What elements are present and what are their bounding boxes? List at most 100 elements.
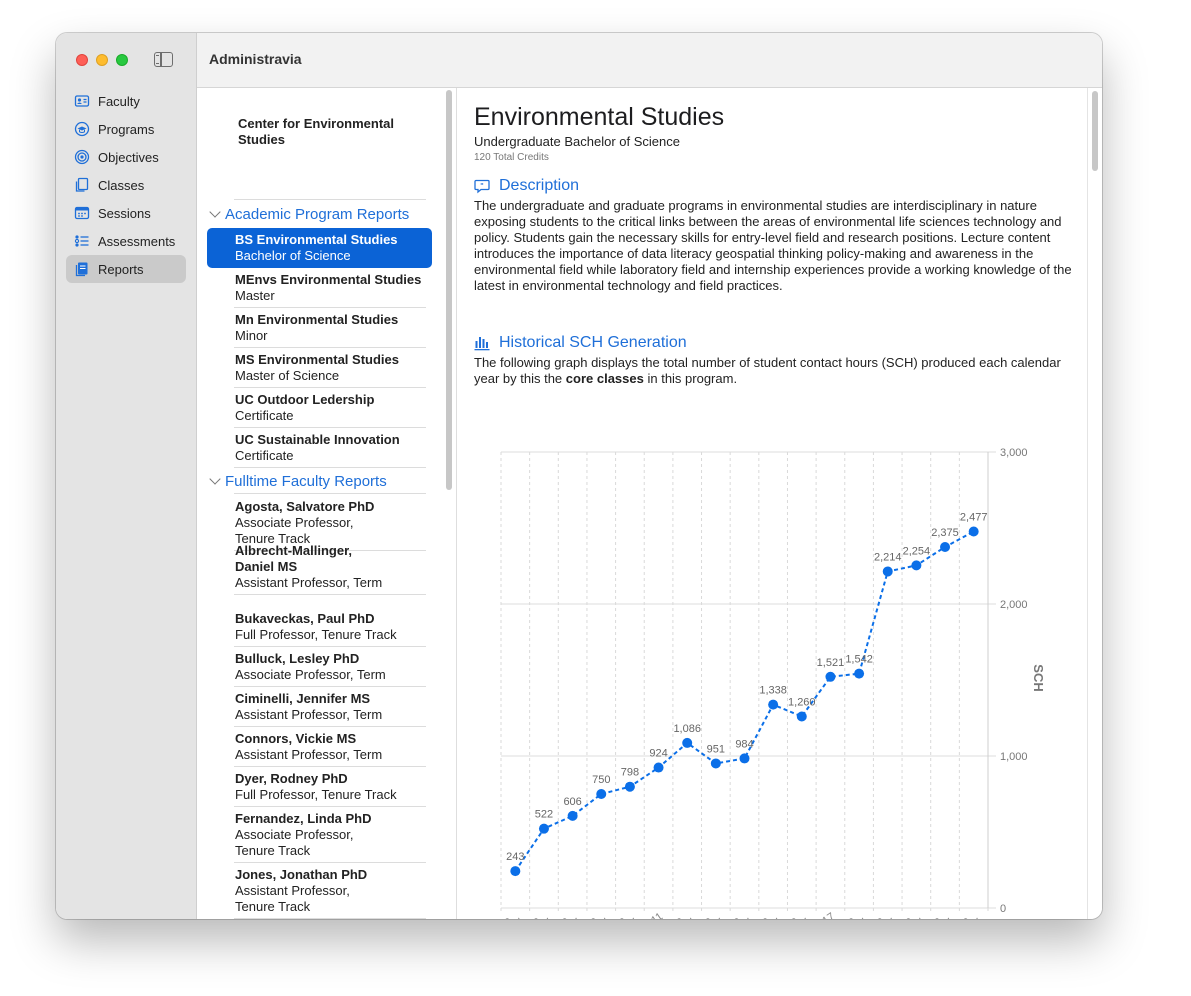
data-label: 1,260 [788, 696, 816, 708]
section-label: Fulltime Faculty Reports [225, 473, 387, 490]
faculty-report-item[interactable]: Albrecht-Mallinger, Daniel MS Assistant P… [207, 539, 432, 595]
svg-text:": " [480, 182, 484, 190]
sidebar-item-objectives[interactable]: Objectives [66, 143, 186, 171]
data-point [940, 542, 951, 552]
x-tick-label: 20... [498, 911, 522, 919]
page-title: Environmental Studies [474, 103, 725, 131]
report-title: UC Sustainable Innovation [235, 432, 400, 447]
zoom-window-button[interactable] [116, 54, 128, 66]
y-tick-label: 0 [1000, 903, 1006, 915]
close-window-button[interactable] [76, 54, 88, 66]
sidebar-item-label: Assessments [98, 233, 176, 249]
faculty-report-item[interactable]: Fernandez, Linda PhD Associate Professor,… [207, 807, 432, 863]
faculty-report-item[interactable]: Jones, Jonathan PhD Assistant Professor, … [207, 863, 432, 919]
data-label: 2,477 [960, 511, 988, 523]
detail-scrollbar[interactable] [1092, 91, 1098, 171]
program-report-item[interactable]: UC Outdoor Ledership Certificate [207, 388, 432, 428]
sidebar-item-label: Sessions [98, 205, 151, 221]
program-report-item[interactable]: MEnvs Environmental Studies Master [207, 268, 432, 308]
description-heading-label: Description [499, 177, 580, 194]
data-point [682, 737, 693, 748]
faculty-report-item[interactable]: Bulluck, Lesley PhD Associate Professor, … [207, 647, 432, 687]
data-point [854, 668, 865, 679]
program-report-item[interactable]: UC Sustainable Innovation Certificate [207, 428, 432, 468]
sidebar-item-label: Faculty [98, 93, 140, 109]
description-heading: " Description [474, 177, 579, 195]
report-title: Bulluck, Lesley PhD [235, 651, 360, 666]
x-tick-label: 20... [670, 911, 694, 919]
data-point [710, 758, 721, 769]
data-point [624, 781, 635, 792]
minimize-window-button[interactable] [96, 54, 108, 66]
sidebar-item-label: Programs [98, 121, 155, 137]
person-card-icon [74, 93, 90, 109]
report-title: Jones, Jonathan PhD [235, 867, 368, 882]
report-subtitle: Full Professor, Tenure Track [235, 627, 397, 642]
faculty-report-item[interactable]: Ciminelli, Jennifer MS Assistant Professo… [207, 687, 432, 727]
y-axis-label: SCH [1031, 664, 1046, 691]
sidebar-item-sessions[interactable]: Sessions [66, 199, 186, 227]
x-tick-label: 20... [555, 911, 579, 919]
x-tick-label: 20... [956, 911, 980, 919]
data-label: 750 [592, 774, 610, 786]
program-report-item[interactable]: BS Environmental Studies Bachelor of Scie… [207, 228, 432, 268]
credits-label: 120 Total Credits [474, 152, 549, 163]
sidebar-item-reports[interactable]: Reports [66, 255, 186, 283]
y-tick-label: 1,000 [1000, 751, 1028, 763]
x-tick-label: 20... [584, 911, 608, 919]
title-bar: Administravia [197, 33, 1102, 88]
report-subtitle: Associate Professor, Tenure Track [235, 827, 354, 858]
section-fulltime-faculty-reports[interactable]: Fulltime Faculty Reports [209, 473, 387, 490]
history-heading: Historical SCH Generation [474, 334, 687, 352]
report-title: Bukaveckas, Paul PhD [235, 611, 375, 626]
sidebar-toggle-icon[interactable] [154, 52, 173, 67]
x-tick-label: 20... [870, 911, 894, 919]
program-report-item[interactable]: MS Environmental Studies Master of Scienc… [207, 348, 432, 388]
sidebar-item-faculty[interactable]: Faculty [66, 87, 186, 115]
data-label: 798 [621, 767, 639, 779]
section-academic-program-reports[interactable]: Academic Program Reports [209, 206, 410, 223]
report-title: Albrecht-Mallinger, Daniel MS [235, 543, 353, 574]
x-tick-label: 20... [727, 911, 751, 919]
faculty-report-item[interactable]: Bukaveckas, Paul PhD Full Professor, Tenu… [207, 607, 432, 647]
quote-bubble-icon: " [474, 179, 490, 194]
history-text-start: The following graph displays the total n… [474, 355, 1061, 386]
reports-list[interactable]: Center for Environmental Studies Academi… [197, 88, 457, 919]
report-title: Dyer, Rodney PhD [235, 771, 348, 786]
report-title: BS Environmental Studies [235, 232, 398, 247]
sidebar-item-assessments[interactable]: Assessments [66, 227, 186, 255]
report-subtitle: Assistant Professor, Tenure Track [235, 883, 350, 914]
history-heading-label: Historical SCH Generation [499, 334, 687, 351]
data-label: 522 [535, 809, 553, 821]
series-line [514, 530, 975, 872]
calendar-icon [74, 205, 90, 221]
divider [234, 199, 426, 200]
report-title: Connors, Vickie MS [235, 731, 357, 746]
sidebar: Faculty Programs Objectives Classes Sess… [56, 33, 197, 919]
data-point [596, 789, 607, 799]
checklist-icon [74, 233, 90, 249]
report-subtitle: Minor [235, 328, 268, 343]
report-subtitle: Master [235, 288, 275, 303]
sidebar-item-classes[interactable]: Classes [66, 171, 186, 199]
data-point [567, 810, 578, 821]
report-subtitle: Assistant Professor, Term [235, 707, 383, 722]
sidebar-item-label: Objectives [98, 149, 159, 165]
report-subtitle: Certificate [235, 408, 294, 423]
chevron-down-icon[interactable] [209, 206, 221, 218]
list-scrollbar[interactable] [446, 90, 452, 490]
report-subtitle: Assistant Professor, Term [235, 747, 383, 762]
program-report-item[interactable]: Mn Environmental Studies Minor [207, 308, 432, 348]
report-subtitle: Certificate [235, 448, 294, 463]
data-point [768, 699, 779, 710]
faculty-report-item[interactable]: Dyer, Rodney PhD Full Professor, Tenure T… [207, 767, 432, 807]
x-tick-label: 20... [784, 911, 808, 919]
x-tick-label: 20... [899, 911, 923, 919]
sidebar-item-programs[interactable]: Programs [66, 115, 186, 143]
section-label: Academic Program Reports [225, 206, 410, 223]
x-tick-label: 2011 [639, 911, 665, 919]
faculty-report-item[interactable]: Connors, Vickie MS Assistant Professor, T… [207, 727, 432, 767]
chevron-down-icon[interactable] [209, 473, 221, 485]
report-subtitle: Bachelor of Science [235, 248, 351, 263]
y-tick-label: 2,000 [1000, 599, 1028, 611]
